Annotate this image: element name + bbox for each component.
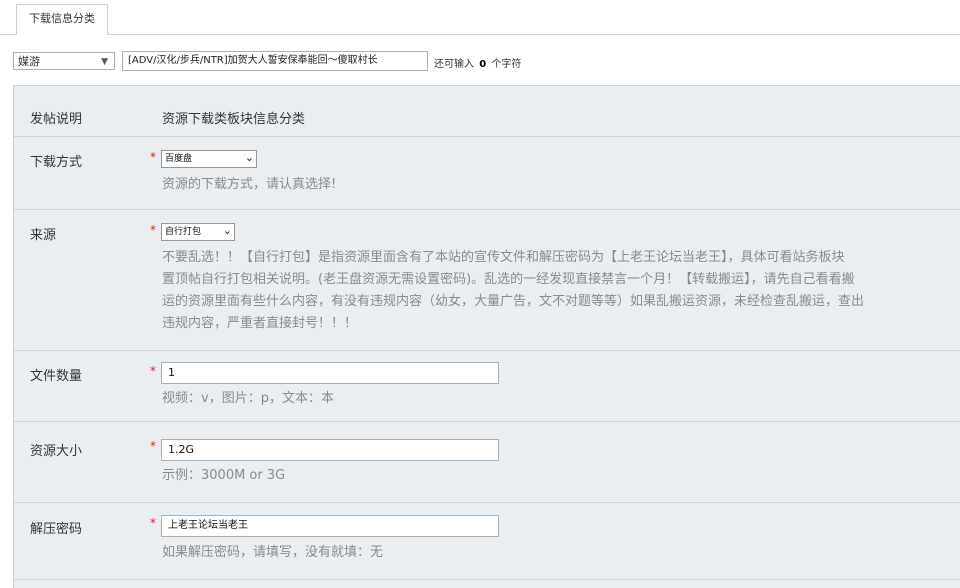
file-count-input[interactable]: 1 [161,362,499,384]
file-count-help: 视频：v，图片：p，文本：本 [162,391,334,406]
source-help-line-4: 违规内容，严重者直接封号！！！ [162,316,358,331]
resource-size-label: 资源大小 [30,444,83,459]
resource-size-input[interactable]: 1.2G [161,439,499,461]
required-mark: * [150,364,156,378]
source-help-line-3: 运的资源里面有些什么内容，有没有违规内容（幼女，大量广告，文不对题等等）如果乱搬… [162,294,865,309]
row-file-count: 文件数量 * 1 视频：v，图片：p，文本：本 [14,351,960,422]
source-help-line-1: 不要乱选！！【自行打包】是指资源里面含有了本站的宣传文件和解压密码为【上老王论坛… [162,250,845,265]
row-note: 发帖说明 资源下载类板块信息分类 [14,86,960,137]
thread-type-select[interactable]: 媒游 ▼ [13,52,115,70]
chevron-down-icon: ⌄ [222,224,232,237]
note-label: 发帖说明 [30,112,83,127]
download-method-value: 百度盘 [165,154,193,164]
row-download-method: 下载方式 * 百度盘 ⌄ 资源的下载方式，请认真选择! [14,137,960,210]
download-method-label: 下载方式 [30,155,83,170]
tab-download-info[interactable]: 下载信息分类 [16,4,108,36]
row-source: 来源 * 自行打包 ⌄ 不要乱选！！【自行打包】是指资源里面含有了本站的宣传文件… [14,210,960,351]
source-value: 自行打包 [165,227,202,237]
resource-size-help: 示例：3000M or 3G [162,468,286,483]
required-mark: * [150,150,156,164]
source-help-line-2: 置顶帖自行打包相关说明。(老王盘资源无需设置密码)。乱选的一经发现直接禁言一个月… [162,272,855,287]
required-mark: * [150,516,156,530]
required-mark: * [150,223,156,237]
download-method-select[interactable]: 百度盘 ⌄ [161,150,257,168]
char-count: 0 [479,59,487,70]
unzip-password-input[interactable]: 上老王论坛当老王 [161,515,499,537]
note-value: 资源下载类板块信息分类 [162,112,306,127]
row-unzip-password: 解压密码 * 上老王论坛当老王 如果解压密码，请填写，没有就填：无 [14,503,960,580]
required-mark: * [150,439,156,453]
tab-bar: 下载信息分类 [0,0,960,36]
char-hint-prefix: 还可输入 [434,59,474,70]
thread-type-value: 媒游 [18,55,40,68]
char-hint-suffix: 个字符 [491,59,522,70]
subject-input[interactable]: [ADV/汉化/步兵/NTR]加贺大人誓安保奉能回～傻取村长 [122,51,428,71]
source-label: 来源 [30,228,57,243]
chevron-down-icon: ▼ [101,57,108,67]
source-select[interactable]: 自行打包 ⌄ [161,223,235,241]
file-count-label: 文件数量 [30,369,83,384]
info-form: 发帖说明 资源下载类板块信息分类 下载方式 * 百度盘 ⌄ 资源的下载方式，请认… [13,85,960,588]
unzip-password-label: 解压密码 [30,522,83,537]
download-method-help: 资源的下载方式，请认真选择! [162,177,337,192]
chevron-down-icon: ⌄ [244,151,254,164]
unzip-password-help: 如果解压密码，请填写，没有就填：无 [162,545,384,560]
char-count-hint: 还可输入 0 个字符 [434,55,521,70]
row-resource-size: 资源大小 * 1.2G 示例：3000M or 3G [14,422,960,503]
